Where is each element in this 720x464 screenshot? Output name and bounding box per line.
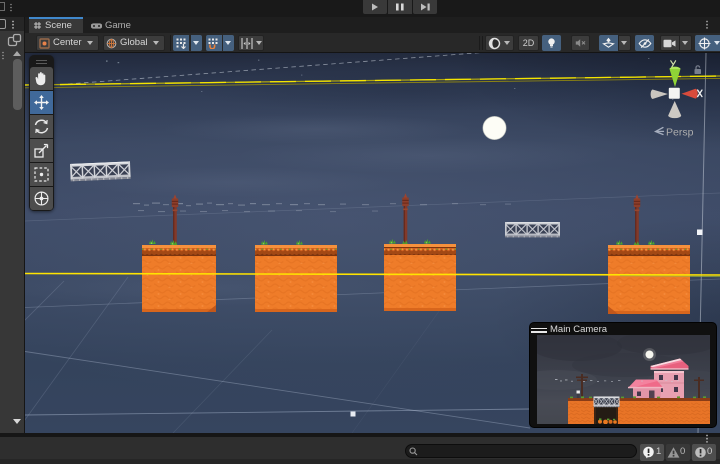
svg-text:Persp: Persp <box>666 127 694 139</box>
